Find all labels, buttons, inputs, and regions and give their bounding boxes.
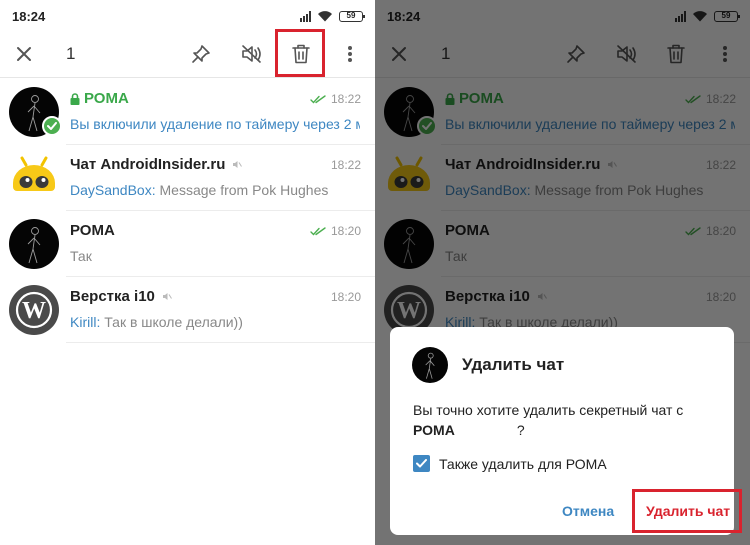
battery-icon: 59 [339, 10, 365, 22]
chat-list: РОМА 18:22 Вы включили удаление по тайме… [0, 79, 375, 343]
wifi-icon [318, 11, 332, 22]
chat-row-roma[interactable]: РОМА 18:20 Так [0, 211, 375, 277]
chat-row-androidinsider[interactable]: Чат AndroidInsider.ru 18:22 DaySandBox: … [0, 145, 375, 211]
chat-message-preview: Вы включили удаление по таймеру через 2 … [70, 116, 360, 132]
dialog-contact-name: РОМА [413, 422, 455, 438]
chat-row-verstka[interactable]: W Верстка i10 18:20 Kirill: Так в школе … [0, 277, 375, 343]
svg-text:W: W [22, 298, 46, 324]
chat-title: Чат AndroidInsider.ru [70, 156, 243, 173]
double-check-icon [310, 226, 326, 236]
chat-time: 18:22 [330, 158, 361, 172]
speaker-muted-icon [162, 293, 172, 300]
chat-time: 18:22 [330, 92, 361, 106]
mute-button[interactable] [232, 32, 272, 76]
chat-message-preview: Kirill: Так в школе делали)) [70, 314, 243, 330]
more-vertical-icon [348, 46, 352, 62]
status-time: 18:24 [12, 9, 46, 24]
also-delete-for-contact-option[interactable]: Также удалить для РОМА [413, 455, 607, 472]
selected-count: 1 [66, 44, 76, 63]
chat-message-preview: Так [70, 248, 92, 264]
check-badge-icon [42, 116, 62, 136]
pin-icon [192, 45, 210, 63]
dialog-avatar [412, 347, 448, 383]
avatar [9, 153, 59, 203]
close-selection-button[interactable] [4, 32, 44, 76]
dialog-message: Вы точно хотите удалить секретный чат с … [413, 402, 684, 438]
chat-message-preview: DaySandBox: Message from Pok Hughes [70, 182, 329, 198]
confirm-delete-highlight [632, 489, 742, 533]
chat-time: 18:20 [330, 290, 361, 304]
dialog-title: Удалить чат [462, 355, 565, 374]
chat-title: Верстка i10 [70, 288, 172, 305]
chat-title: РОМА [70, 90, 129, 107]
speaker-muted-icon [233, 161, 243, 168]
chat-time: 18:20 [330, 224, 361, 238]
chat-row-roma-secret[interactable]: РОМА 18:22 Вы включили удаление по тайме… [0, 79, 375, 145]
double-check-icon [310, 94, 326, 104]
checkbox-icon[interactable] [413, 455, 430, 472]
screen-selection-mode: 18:24 59 1 РОМА 18:22 Вы включили удален… [0, 0, 375, 545]
close-icon [17, 47, 31, 61]
more-options-button[interactable] [330, 32, 370, 76]
wordpress-logo-icon: W [15, 291, 53, 329]
mute-icon [242, 45, 261, 63]
delete-chat-dialog: Удалить чат Вы точно хотите удалить секр… [390, 327, 742, 535]
delete-button-highlight [275, 29, 325, 77]
cancel-button[interactable]: Отмена [562, 503, 614, 519]
avatar: W [9, 285, 59, 335]
screen-delete-dialog: 18:24 59 1 [375, 0, 750, 545]
pin-button[interactable] [181, 32, 221, 76]
avatar [9, 219, 59, 269]
status-bar: 18:24 59 [0, 0, 375, 32]
chat-title: РОМА [70, 222, 115, 239]
checkbox-label: Также удалить для РОМА [439, 455, 607, 472]
signal-icon [300, 10, 311, 22]
lock-icon [70, 92, 80, 105]
